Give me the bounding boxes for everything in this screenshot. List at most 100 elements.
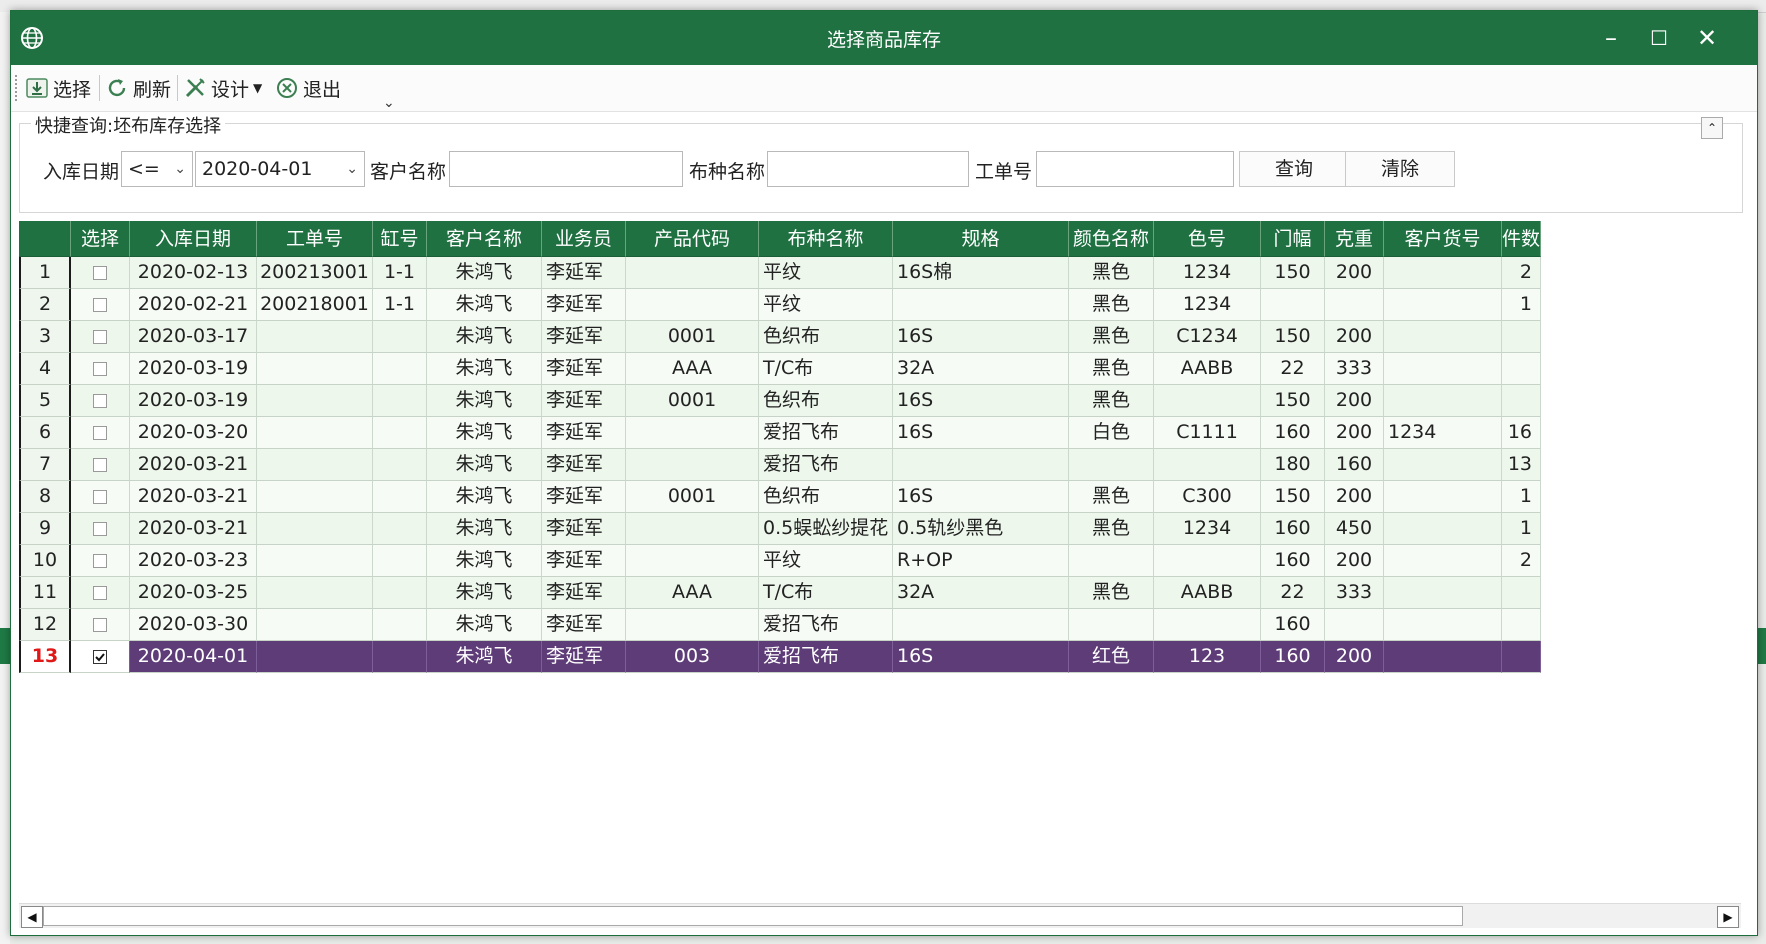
background-side-panel bbox=[0, 12, 10, 944]
checkbox-icon[interactable] bbox=[93, 329, 107, 344]
select-checkbox[interactable] bbox=[71, 289, 130, 321]
select-checkbox[interactable] bbox=[71, 545, 130, 577]
column-header[interactable]: 件数 bbox=[1502, 221, 1541, 257]
cell-fabric-name: 爱招飞布 bbox=[759, 417, 893, 449]
select-checkbox[interactable] bbox=[71, 449, 130, 481]
design-button-label: 设计 bbox=[211, 78, 250, 101]
table-row[interactable]: 13 2020-04-01 朱鸿飞 李延军 003 爱招飞布 16S 红色 123 160 200 bbox=[19, 641, 1541, 673]
chevron-down-icon: ▼ bbox=[253, 81, 263, 95]
select-checkbox[interactable] bbox=[71, 481, 130, 513]
column-header[interactable]: 门幅 bbox=[1261, 221, 1325, 257]
checkbox-icon[interactable] bbox=[93, 425, 107, 440]
table-row[interactable]: 7 2020-03-21 朱鸿飞 李延军 爱招飞布 180 160 13 bbox=[19, 449, 1541, 481]
cell-customer: 朱鸿飞 bbox=[427, 545, 542, 577]
table-row[interactable]: 8 2020-03-21 朱鸿飞 李延军 0001 色织布 16S 黑色 C300 150 200 1 bbox=[19, 481, 1541, 513]
column-header[interactable] bbox=[19, 221, 71, 257]
scroll-right-icon[interactable]: ▶ bbox=[1717, 906, 1739, 928]
select-checkbox[interactable] bbox=[71, 353, 130, 385]
tools-icon bbox=[185, 78, 205, 98]
refresh-button[interactable]: 刷新 bbox=[105, 73, 171, 103]
select-checkbox[interactable] bbox=[71, 321, 130, 353]
table-row[interactable]: 5 2020-03-19 朱鸿飞 李延军 0001 色织布 16S 黑色 150 200 bbox=[19, 385, 1541, 417]
checkbox-icon[interactable] bbox=[93, 297, 107, 312]
table-row[interactable]: 3 2020-03-17 朱鸿飞 李延军 0001 色织布 16S 黑色 C1234 150 200 bbox=[19, 321, 1541, 353]
select-checkbox[interactable] bbox=[71, 641, 130, 673]
horizontal-scrollbar[interactable]: ◀ ▶ bbox=[19, 903, 1741, 928]
cell-vat-no bbox=[373, 577, 427, 609]
fabric-input[interactable] bbox=[767, 151, 969, 187]
table-row[interactable]: 1 2020-02-13 200213001 1-1 朱鸿飞 李延军 平纹 16S棉 黑色 123… bbox=[19, 257, 1541, 289]
table-row[interactable]: 11 2020-03-25 朱鸿飞 李延军 AAA T/C布 32A 黑色 AABB 22 333 bbox=[19, 577, 1541, 609]
cell-width: 22 bbox=[1261, 577, 1325, 609]
column-header[interactable]: 入库日期 bbox=[130, 221, 257, 257]
column-header[interactable]: 客户货号 bbox=[1384, 221, 1502, 257]
close-button[interactable]: ✕ bbox=[1681, 17, 1733, 59]
select-checkbox[interactable] bbox=[71, 609, 130, 641]
scroll-left-icon[interactable]: ◀ bbox=[21, 906, 43, 928]
column-header[interactable]: 克重 bbox=[1325, 221, 1384, 257]
toolbar-overflow-button[interactable]: ⌄ bbox=[383, 95, 395, 111]
cell-customer: 朱鸿飞 bbox=[427, 385, 542, 417]
column-header[interactable]: 业务员 bbox=[542, 221, 626, 257]
select-checkbox[interactable] bbox=[71, 513, 130, 545]
table-row[interactable]: 12 2020-03-30 朱鸿飞 李延军 爱招飞布 160 bbox=[19, 609, 1541, 641]
column-header[interactable]: 产品代码 bbox=[626, 221, 759, 257]
search-button[interactable]: 查询 bbox=[1239, 151, 1349, 187]
toolbar: 选择 刷新 设计 ▼ 退出 ⌄ bbox=[11, 65, 1757, 112]
collapse-icon[interactable]: ⌃ bbox=[1701, 117, 1723, 139]
row-number: 10 bbox=[19, 545, 71, 577]
date-operator-select[interactable]: <= ⌄ bbox=[121, 151, 193, 187]
exit-button[interactable]: 退出 bbox=[275, 73, 341, 103]
maximize-button[interactable]: ☐ bbox=[1633, 17, 1685, 59]
select-checkbox[interactable] bbox=[71, 577, 130, 609]
checkbox-icon[interactable] bbox=[93, 553, 107, 568]
select-button[interactable]: 选择 bbox=[25, 73, 91, 103]
design-button[interactable]: 设计 ▼ bbox=[183, 73, 262, 103]
column-header[interactable]: 颜色名称 bbox=[1069, 221, 1154, 257]
column-header[interactable]: 客户名称 bbox=[427, 221, 542, 257]
checkbox-icon[interactable] bbox=[93, 265, 107, 280]
checkbox-checked-icon[interactable] bbox=[93, 649, 107, 664]
cell-width: 160 bbox=[1261, 513, 1325, 545]
toolbar-grip[interactable] bbox=[15, 75, 19, 101]
cell-spec: 32A bbox=[893, 353, 1069, 385]
select-checkbox[interactable] bbox=[71, 385, 130, 417]
table-row[interactable]: 10 2020-03-23 朱鸿飞 李延军 平纹 R+OP 160 200 2 bbox=[19, 545, 1541, 577]
cell-order-no bbox=[257, 577, 373, 609]
checkbox-icon[interactable] bbox=[93, 361, 107, 376]
table-row[interactable]: 9 2020-03-21 朱鸿飞 李延军 0.5蜈蚣纱提花 0.5轨纱黑色 黑色 1234 16… bbox=[19, 513, 1541, 545]
table-row[interactable]: 2 2020-02-21 200218001 1-1 朱鸿飞 李延军 平纹 黑色 1234 1 bbox=[19, 289, 1541, 321]
checkbox-icon[interactable] bbox=[93, 393, 107, 408]
select-checkbox[interactable] bbox=[71, 417, 130, 449]
checkbox-icon[interactable] bbox=[93, 489, 107, 504]
column-header[interactable]: 布种名称 bbox=[759, 221, 893, 257]
column-header[interactable]: 规格 bbox=[893, 221, 1069, 257]
column-header[interactable]: 色号 bbox=[1154, 221, 1261, 257]
cell-color-no: 1234 bbox=[1154, 257, 1261, 289]
checkbox-icon[interactable] bbox=[93, 585, 107, 600]
select-checkbox[interactable] bbox=[71, 257, 130, 289]
cell-pieces: 2 bbox=[1502, 257, 1541, 289]
column-header[interactable]: 缸号 bbox=[373, 221, 427, 257]
checkbox-icon[interactable] bbox=[93, 457, 107, 472]
cell-vat-no: 1-1 bbox=[373, 257, 427, 289]
checkbox-icon[interactable] bbox=[93, 617, 107, 632]
date-picker[interactable]: 2020-04-01 ⌄ bbox=[195, 151, 365, 187]
checkbox-icon[interactable] bbox=[93, 521, 107, 536]
table-row[interactable]: 6 2020-03-20 朱鸿飞 李延军 爱招飞布 16S 白色 C1111 160 200 123… bbox=[19, 417, 1541, 449]
column-header[interactable]: 工单号 bbox=[257, 221, 373, 257]
customer-input[interactable] bbox=[449, 151, 683, 187]
clear-button[interactable]: 清除 bbox=[1345, 151, 1455, 187]
table-row[interactable]: 4 2020-03-19 朱鸿飞 李延军 AAA T/C布 32A 黑色 AABB 22 333 bbox=[19, 353, 1541, 385]
title-bar[interactable]: 选择商品库存 – ☐ ✕ bbox=[11, 11, 1757, 65]
scroll-thumb[interactable] bbox=[43, 906, 1463, 926]
cell-customer: 朱鸿飞 bbox=[427, 609, 542, 641]
column-header[interactable]: 选择 bbox=[71, 221, 130, 257]
minimize-button[interactable]: – bbox=[1585, 17, 1637, 59]
cell-customer: 朱鸿飞 bbox=[427, 641, 542, 673]
inventory-grid: 选择 入库日期 工单号 缸号 客户名称 业务员 产品代码 布种名称 规格 颜色名称 色号 门幅 克重 客户… bbox=[19, 221, 1741, 916]
cell-color-no: C1111 bbox=[1154, 417, 1261, 449]
order-input[interactable] bbox=[1036, 151, 1234, 187]
cell-product-code bbox=[626, 257, 759, 289]
cell-customer-item-no bbox=[1384, 545, 1502, 577]
